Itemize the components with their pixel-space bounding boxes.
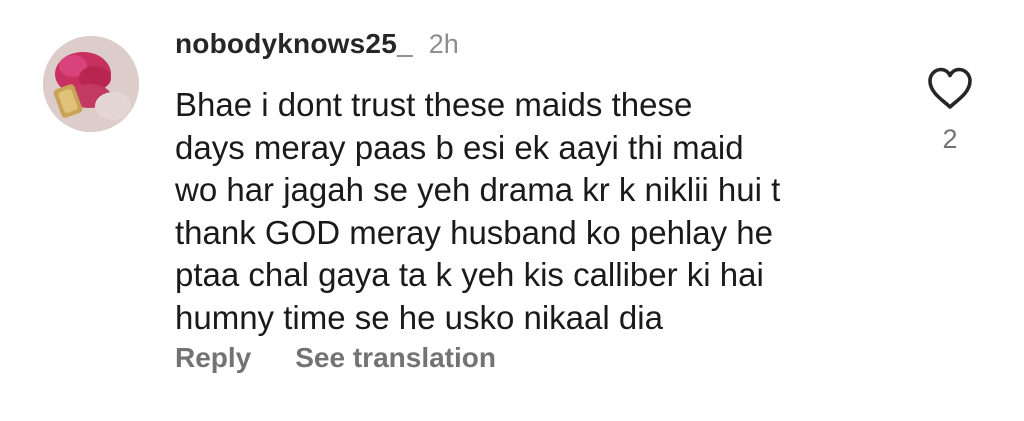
like-count: 2 <box>942 124 958 154</box>
comment-line: days meray paas b esi ek aayi thi maid <box>175 128 744 166</box>
see-translation-button[interactable]: See translation <box>295 342 496 374</box>
timestamp: 2h <box>428 29 459 59</box>
comment-text: Bhae i dont trust these maids these days… <box>175 84 895 339</box>
heart-outline-icon[interactable] <box>926 66 974 110</box>
avatar[interactable] <box>43 36 139 132</box>
like-section: 2 <box>922 66 978 155</box>
comment-line: thank GOD meray husband ko pehlay he <box>175 213 774 251</box>
avatar-image <box>43 36 139 132</box>
comment-line: humny time se he usko nikaal dia <box>175 298 663 336</box>
username[interactable]: nobodyknows25_ <box>175 28 413 60</box>
comment-line: Bhae i dont trust these maids these <box>175 86 693 123</box>
comment-item: nobodyknows25_ 2h Bhae i dont trust thes… <box>0 0 1024 421</box>
comment-line: ptaa chal gaya ta k yeh kis calliber ki … <box>175 256 764 293</box>
comment-actions: Reply See translation <box>175 342 496 374</box>
comment-line: wo har jagah se yeh drama kr k niklii hu… <box>175 171 781 208</box>
comment-header: nobodyknows25_ 2h <box>175 28 459 68</box>
reply-button[interactable]: Reply <box>175 342 251 374</box>
